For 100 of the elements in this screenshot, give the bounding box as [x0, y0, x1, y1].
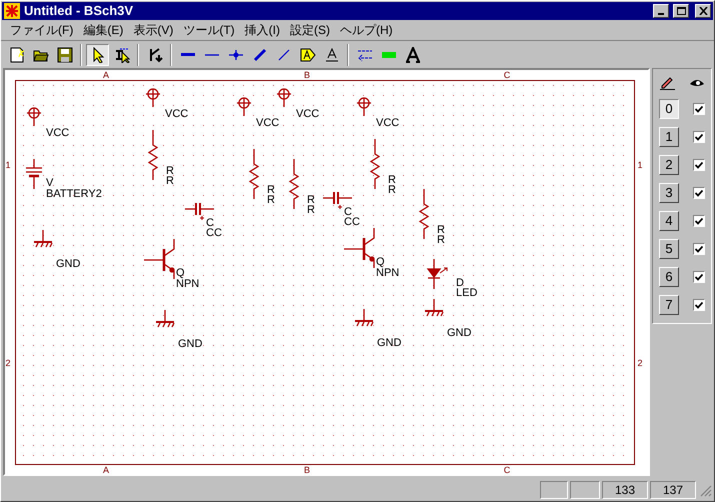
status-pane	[570, 481, 600, 499]
checkmark-icon	[695, 162, 703, 168]
ground-symbol	[156, 310, 175, 328]
part-label: C	[206, 217, 214, 229]
part-label: C	[344, 206, 352, 218]
led-symbol	[426, 259, 448, 289]
layer-visible-checkbox[interactable]	[693, 131, 705, 143]
resistor-symbol	[370, 139, 380, 189]
zone-label: A	[103, 465, 109, 474]
menu-item[interactable]: 設定(S)	[284, 21, 335, 39]
menu-item[interactable]: ツール(T)	[178, 21, 240, 39]
zone-label: B	[304, 465, 310, 474]
resistor-symbol	[148, 130, 158, 180]
layer-button[interactable]: 0	[659, 99, 679, 119]
checkmark-icon	[695, 190, 703, 196]
menu-item[interactable]: ヘルプ(H)	[334, 21, 398, 39]
status-pane	[540, 481, 568, 499]
resistor-symbol	[248, 149, 260, 199]
maximize-icon	[676, 7, 686, 15]
part-label: R	[437, 234, 445, 246]
vcc-symbol	[237, 97, 251, 116]
layer-visible-checkbox[interactable]	[693, 215, 705, 227]
menu-item[interactable]: ファイル(F)	[5, 21, 78, 39]
bar-icon	[382, 52, 396, 58]
zone-label: 1	[6, 160, 10, 170]
checkmark-icon	[695, 218, 703, 224]
ground-symbol	[425, 299, 444, 317]
zone-label: A	[103, 70, 109, 80]
close-button[interactable]	[695, 4, 711, 18]
part-label: R	[437, 224, 445, 236]
part-label: R	[388, 174, 396, 186]
checkmark-icon	[695, 274, 703, 280]
part-label: GND	[447, 327, 472, 339]
zone-label: C	[504, 465, 510, 474]
part-label: LED	[456, 287, 478, 299]
underlined-letter-icon	[324, 46, 340, 62]
layer-visible-checkbox[interactable]	[693, 159, 705, 171]
part-label: GND	[377, 337, 402, 349]
zone-label: B	[304, 70, 310, 80]
eye-icon	[688, 78, 704, 88]
resistor-symbol	[418, 189, 430, 239]
minimize-button[interactable]	[653, 4, 669, 18]
pencil-icon	[660, 76, 674, 90]
part-label: D	[456, 277, 464, 289]
checkmark-icon	[695, 134, 703, 140]
part-label: GND	[56, 258, 80, 270]
menu-item[interactable]: 編集(E)	[78, 21, 128, 39]
part-label: NPN	[176, 278, 200, 290]
layer-button[interactable]: 2	[659, 155, 679, 175]
layer-button[interactable]: 1	[659, 127, 679, 147]
part-label: CC	[344, 216, 360, 228]
checkmark-icon	[695, 246, 703, 252]
part-label: CC	[206, 227, 222, 239]
part-label: VCC	[256, 117, 280, 129]
bold-letter-icon	[404, 46, 420, 62]
layer-button[interactable]: 7	[659, 295, 679, 315]
thick-diagonal-icon	[252, 46, 268, 62]
select-tool-button[interactable]	[86, 44, 109, 66]
part-label: R	[267, 184, 275, 196]
vcc-symbol	[277, 88, 291, 107]
ground-symbol	[355, 309, 374, 327]
zone-label: C	[504, 70, 510, 80]
part-label: Q	[376, 256, 385, 268]
layer-visible-checkbox[interactable]	[693, 243, 705, 255]
save-icon	[56, 46, 72, 62]
label-tag-icon	[300, 46, 316, 62]
maximize-button[interactable]	[673, 4, 689, 18]
layer-visible-checkbox[interactable]	[693, 103, 705, 115]
part-label: VCC	[46, 127, 70, 139]
menu-item[interactable]: 表示(V)	[128, 21, 178, 39]
layer-button[interactable]: 4	[659, 211, 679, 231]
part-label: R	[307, 194, 315, 206]
part-label: NPN	[376, 267, 400, 279]
resistor-symbol	[288, 159, 300, 209]
resize-grip-icon	[698, 483, 712, 497]
part-label: R	[267, 194, 275, 206]
new-file-icon	[8, 46, 24, 62]
vcc-symbol	[146, 88, 160, 107]
part-label: BATTERY2	[46, 188, 102, 200]
part-label: R	[307, 204, 315, 216]
part-label: Q	[176, 267, 185, 279]
schematic-canvas[interactable]: A B C A B C 1 2 1 2 VCC V BATTERY2 GND VCC R R C CC Q NPN GND VCC R R VCC R R C CC VCC R R Q NPN GND R R D LED GND	[3, 68, 650, 476]
layer-visible-checkbox[interactable]	[693, 187, 705, 199]
transistor-symbol	[344, 228, 375, 268]
part-label: VCC	[376, 117, 400, 129]
status-cell: 137	[650, 481, 696, 499]
part-label: VCC	[165, 108, 188, 120]
zone-label: 2	[6, 358, 10, 368]
layer-visible-checkbox[interactable]	[693, 271, 705, 283]
layer-button[interactable]: 5	[659, 239, 679, 259]
checkmark-icon	[695, 302, 703, 308]
layer-button[interactable]: 6	[659, 267, 679, 287]
part-label: R	[166, 165, 174, 177]
zone-label: 1	[638, 160, 642, 170]
part-label: GND	[178, 338, 202, 350]
part-label: V	[46, 177, 54, 189]
part-label: R	[166, 175, 174, 187]
menu-item[interactable]: 挿入(I)	[240, 21, 285, 39]
layer-button[interactable]: 3	[659, 183, 679, 203]
layer-visible-checkbox[interactable]	[693, 299, 705, 311]
